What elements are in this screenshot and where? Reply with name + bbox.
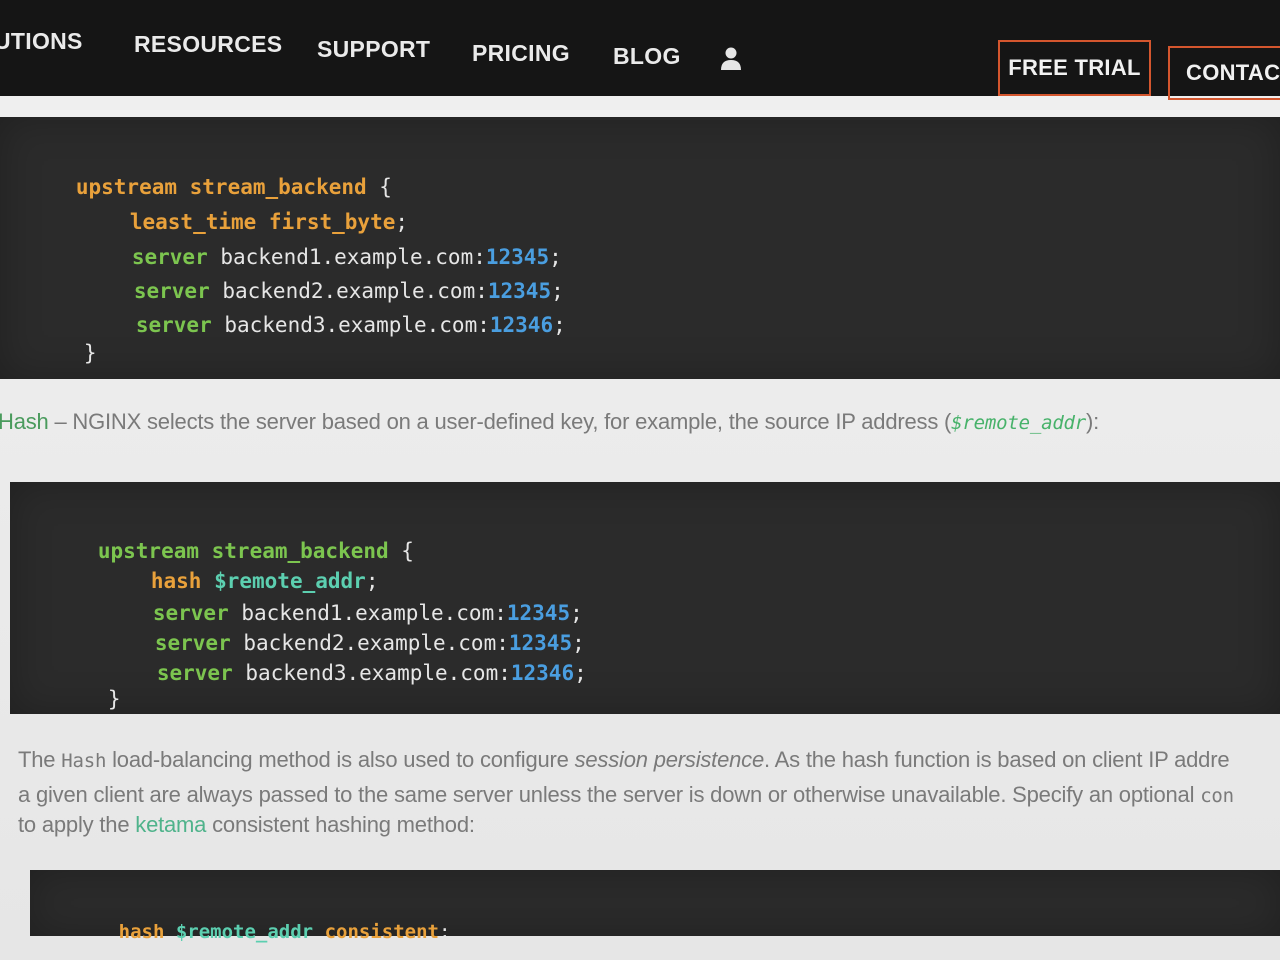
code-line: } (32, 657, 121, 741)
code-keyword: server (156, 661, 233, 685)
code-line: hash $remote_addr consistent; (50, 890, 451, 960)
inline-code-var: $remote_addr (951, 412, 1087, 434)
para-text: to apply the (18, 812, 136, 837)
code-keyword: consistent (313, 921, 439, 943)
code-text: ; (438, 921, 451, 943)
hash-text-end: ): (1086, 409, 1100, 434)
code-var: $remote_addr (164, 921, 314, 943)
code-brace: } (83, 341, 97, 365)
code-port: 12346 (510, 661, 575, 685)
nav-blog[interactable]: BLOG (613, 43, 681, 70)
hash-term: Hash (0, 409, 49, 434)
code-port: 12346 (489, 313, 554, 337)
page: UTIONS RESOURCES SUPPORT PRICING BLOG FR… (0, 0, 1280, 960)
para-emphasis: session persistence (574, 747, 765, 772)
code-brace: } (107, 687, 121, 711)
paragraph-line: a given client are always passed to the … (18, 782, 1234, 808)
para-text: The (18, 747, 62, 772)
code-line: } (8, 311, 97, 395)
para-text: load-balancing method is also used to co… (106, 747, 575, 772)
code-host: backend3.example.com: (232, 661, 511, 685)
contact-button[interactable]: CONTACT (1168, 46, 1280, 100)
paragraph-line: to apply the ketama consistent hashing m… (18, 812, 475, 838)
hash-text: – NGINX selects the server based on a us… (48, 409, 952, 434)
user-icon[interactable] (719, 46, 743, 72)
nav-pricing[interactable]: PRICING (472, 40, 570, 67)
inline-code: con (1200, 785, 1234, 807)
code-text: ; (553, 313, 566, 337)
nav-support[interactable]: SUPPORT (317, 36, 430, 63)
free-trial-button[interactable]: FREE TRIAL (998, 40, 1151, 96)
para-text: a given client are always passed to the … (18, 782, 1201, 807)
code-block-consistent: hash $remote_addr consistent; (30, 870, 1280, 943)
hash-description: Hash – NGINX selects the server based on… (0, 409, 1099, 435)
ketama-link[interactable]: ketama (135, 812, 206, 837)
paragraph-line: The Hash load-balancing method is also u… (18, 747, 1230, 773)
para-text: . As the hash function is based on clien… (764, 747, 1230, 772)
top-navigation-bar: UTIONS RESOURCES SUPPORT PRICING BLOG FR… (0, 0, 1280, 100)
code-line: server backend3.example.com:12346; (81, 631, 587, 715)
code-block-hash: upstream stream_backend { hash $remote_a… (10, 482, 1280, 714)
code-keyword: server (135, 313, 212, 337)
inline-code: Hash (61, 750, 107, 772)
code-line: server backend3.example.com:12346; (60, 283, 566, 367)
code-block-least-time: upstream stream_backend { least_time fir… (0, 117, 1280, 379)
nav-resources[interactable]: RESOURCES (134, 31, 282, 58)
code-host: backend3.example.com: (211, 313, 490, 337)
code-text: ; (574, 661, 587, 685)
code-text: { (388, 539, 414, 563)
nav-solutions[interactable]: UTIONS (0, 28, 83, 55)
para-text: consistent hashing method: (206, 812, 475, 837)
code-keyword: hash (118, 921, 165, 943)
